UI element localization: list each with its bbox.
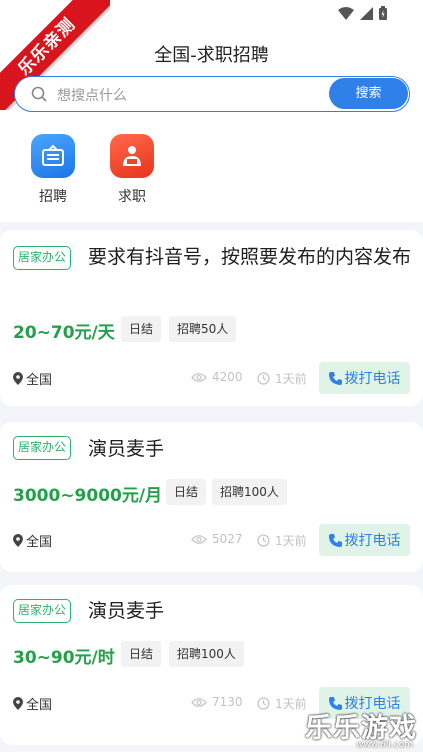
job-chip: 招聘100人	[169, 641, 244, 667]
clock-icon	[257, 372, 270, 385]
job-chip: 招聘50人	[169, 316, 237, 342]
shortcut-job-seek[interactable]: 求职	[102, 134, 162, 206]
job-location-text: 全国	[26, 373, 53, 388]
location-pin-icon	[13, 697, 23, 710]
job-location-text: 全国	[26, 698, 53, 713]
call-button-label: 拨打电话	[344, 371, 401, 387]
job-views-count: 4200	[212, 370, 243, 384]
job-location: 全国	[13, 531, 52, 550]
search-bar[interactable]: 想搜点什么 搜索	[14, 76, 410, 112]
search-icon	[31, 86, 47, 102]
job-chip: 日结	[121, 641, 162, 667]
job-views: 7130	[191, 695, 243, 709]
job-title-text: 要求有抖音号，按照要发布的内容发布	[88, 246, 412, 268]
battery-icon	[379, 6, 387, 20]
page-title: 全国-求职招聘	[154, 45, 269, 66]
search-button[interactable]: 搜索	[329, 78, 408, 109]
job-location: 全国	[13, 694, 52, 713]
job-title: 要求有抖音号，按照要发布的内容发布	[13, 242, 411, 273]
job-chip: 日结	[121, 316, 162, 342]
job-time: 1天前	[257, 532, 307, 549]
job-views-count: 5027	[212, 532, 243, 546]
signal-icon	[360, 6, 373, 20]
watermark-logo: 乐乐游戏 www.6ll.com	[291, 706, 421, 750]
call-button-label: 拨打电话	[344, 533, 401, 549]
clock-icon	[257, 697, 270, 710]
job-views-count: 7130	[212, 695, 243, 709]
eye-icon	[191, 372, 207, 382]
job-card[interactable]: 居家办公 演员麦手 3000~9000元/月 日结 招聘100人 全国 5027…	[0, 422, 423, 572]
call-button[interactable]: 拨打电话	[319, 524, 410, 556]
job-title-text: 演员麦手	[88, 600, 165, 622]
job-salary: 30~90元/时	[13, 648, 115, 668]
phone-icon	[328, 533, 342, 547]
job-views: 5027	[191, 532, 243, 546]
status-bar	[338, 6, 387, 20]
job-time-text: 1天前	[275, 372, 307, 386]
watermark-url: www.6ll.com	[356, 740, 413, 750]
job-title: 演员麦手	[13, 596, 411, 627]
shortcut-recruit-label: 招聘	[39, 189, 67, 205]
job-title: 演员麦手	[13, 434, 411, 465]
location-pin-icon	[13, 534, 23, 547]
job-seeker-icon	[110, 134, 154, 178]
job-chip: 日结	[166, 479, 207, 505]
job-location-text: 全国	[26, 535, 53, 550]
wifi-icon	[338, 6, 354, 20]
phone-icon	[328, 371, 342, 385]
search-input[interactable]: 想搜点什么	[57, 85, 127, 105]
clock-icon	[257, 534, 270, 547]
job-time-text: 1天前	[275, 534, 307, 548]
job-views: 4200	[191, 370, 243, 384]
job-location: 全国	[13, 369, 52, 388]
call-button[interactable]: 拨打电话	[319, 362, 410, 394]
job-chip: 招聘100人	[212, 479, 287, 505]
job-salary: 20~70元/天	[13, 323, 115, 343]
shortcut-recruit[interactable]: 招聘	[23, 134, 83, 206]
eye-icon	[191, 534, 207, 544]
job-title-text: 演员麦手	[88, 438, 165, 460]
shortcut-job-seek-label: 求职	[118, 189, 146, 205]
recruit-board-icon	[31, 134, 75, 178]
job-salary: 3000~9000元/月	[13, 486, 163, 506]
location-pin-icon	[13, 372, 23, 385]
job-time: 1天前	[257, 370, 307, 387]
eye-icon	[191, 697, 207, 707]
job-card[interactable]: 居家办公 要求有抖音号，按照要发布的内容发布 20~70元/天 日结 招聘50人…	[0, 230, 423, 406]
